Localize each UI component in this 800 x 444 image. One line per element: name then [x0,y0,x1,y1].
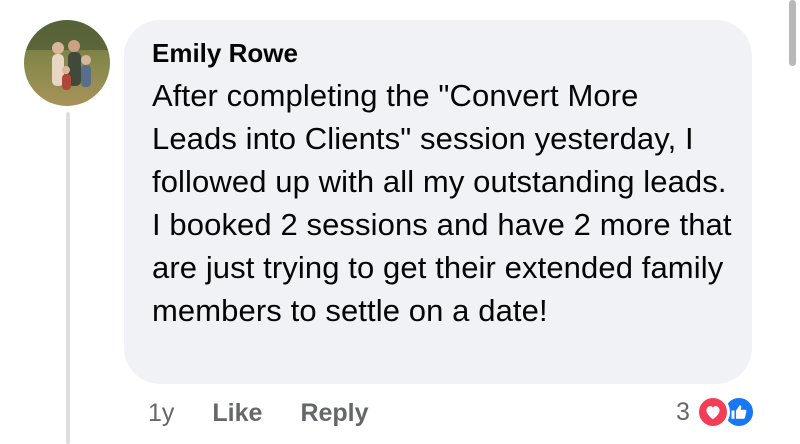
comment-text: After completing the "Convert More Leads… [152,78,732,328]
comment-timestamp[interactable]: 1y [148,399,174,428]
comment-actions: 1y Like Reply [148,396,369,430]
comment-bubble: Emily Rowe After completing the "Convert… [124,20,752,384]
thread-line [66,112,70,444]
reactions-summary[interactable]: 3 [676,392,756,432]
avatar[interactable] [24,20,110,106]
love-icon [695,395,730,429]
reaction-count: 3 [676,397,690,426]
reply-button[interactable]: Reply [300,399,368,428]
like-button[interactable]: Like [212,399,262,428]
comment-author[interactable]: Emily Rowe [152,36,726,70]
scrollbar[interactable] [789,0,796,66]
